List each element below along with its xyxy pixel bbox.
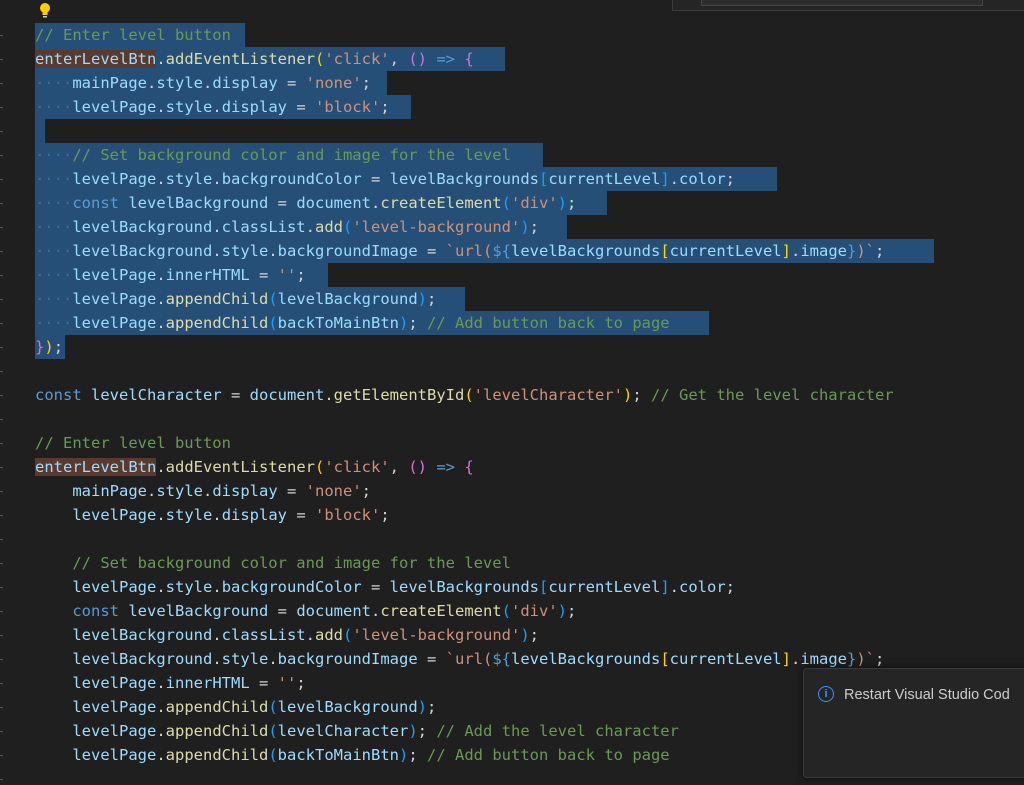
code-line: // Set background color and image for th… [72,554,511,572]
code-line: levelPage.innerHTML = ''; [72,674,306,692]
code-line: }); [35,338,64,356]
code-line: const levelBackground = document.createE… [72,602,577,620]
code-line: ····// Set background color and image fo… [35,146,511,164]
code-line: levelPage.style.backgroundColor = levelB… [72,578,736,596]
top-panel-edge [672,0,1024,11]
code-line: mainPage.style.display = 'none'; [72,482,372,500]
code-line: ····mainPage.style.display = 'none'; [35,74,372,92]
code-line: ····levelPage.appendChild(levelBackgroun… [35,290,437,308]
code-line: ····levelPage.style.display = 'block'; [35,98,390,116]
code-line: ····levelPage.innerHTML = ''; [35,266,306,284]
code-line: ····levelBackground.style.backgroundImag… [35,242,885,260]
code-line: enterLevelBtn.addEventListener('click', … [35,458,474,476]
code-line: ····levelPage.appendChild(backToMainBtn)… [35,314,670,332]
code-line: levelPage.appendChild(levelCharacter); /… [72,722,679,740]
code-line: const levelCharacter = document.getEleme… [35,386,894,404]
code-line: enterLevelBtn.addEventListener('click', … [35,50,474,68]
code-line: ····levelBackground.classList.add('level… [35,218,540,236]
restart-notification[interactable]: i Restart Visual Studio Cod [803,668,1024,778]
code-line: levelPage.style.display = 'block'; [72,506,390,524]
code-line: levelBackground.classList.add('level-bac… [72,626,540,644]
line-gutter [0,0,14,785]
code-line: // Enter level button [35,434,231,452]
code-line: levelBackground.style.backgroundImage = … [72,650,885,668]
info-icon: i [818,686,834,702]
notification-message: Restart Visual Studio Cod [844,687,1010,703]
lightbulb-icon[interactable] [38,2,52,20]
code-line: levelPage.appendChild(backToMainBtn); //… [72,746,670,764]
code-line: ····const levelBackground = document.cre… [35,194,577,212]
code-line: ····levelPage.style.backgroundColor = le… [35,170,736,188]
code-line: levelPage.appendChild(levelBackground); [72,698,437,716]
code-line: // Enter level button [35,26,231,44]
top-panel-inner [701,0,983,6]
